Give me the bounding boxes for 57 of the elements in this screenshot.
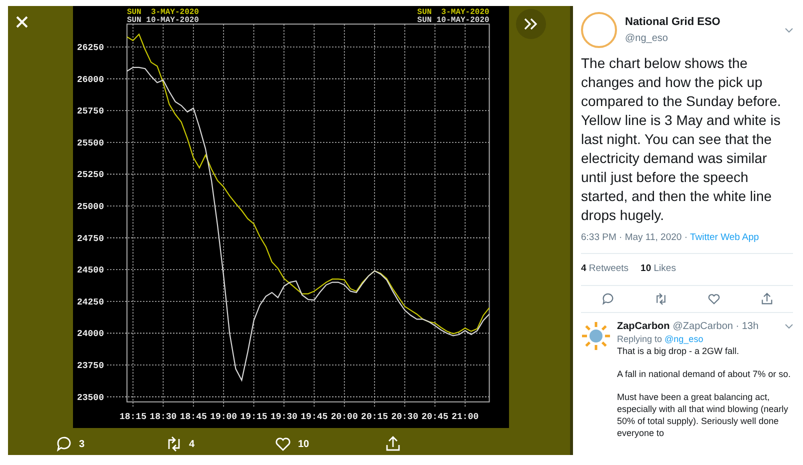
action-count: 3 [79, 438, 85, 452]
speech-bubble-icon[interactable] [55, 435, 73, 453]
legend-label: SUN 10-MAY-2020 [417, 16, 490, 25]
timestamp: 6:33 PM · May 11, 2020 · [581, 232, 688, 243]
legend-label: SUN 10-MAY-2020 [126, 16, 199, 25]
stat-link[interactable]: 4 Retweets [581, 262, 629, 276]
reply-text: Must have been a great balancing act, especially with all that wind blowing (nearly 50% of total supply). Seriously well done everyone to [617, 390, 790, 438]
y-axis-label: 24000 [76, 329, 104, 340]
y-axis-label: 24750 [76, 234, 104, 244]
x-axis-label: 20:15 [361, 412, 388, 422]
share-icon[interactable] [384, 435, 402, 453]
replying-label: Replying to [617, 334, 664, 344]
x-axis-label: 18:45 [180, 412, 207, 422]
chevron-down-icon[interactable] [785, 28, 793, 32]
legend-label: SUN 3-MAY-2020 [417, 8, 490, 17]
speech-bubble-icon[interactable] [600, 292, 614, 306]
x-axis-label: 18:15 [120, 412, 146, 422]
reply-text: A fall in national demand of about 7% or so. [617, 368, 792, 380]
author-handle: @ZapCarbon · 13h [672, 320, 760, 332]
x-axis-label: 19:00 [210, 412, 238, 422]
reply-text: That is a big drop - a 2GW fall. [617, 344, 740, 356]
legend-label: SUN 3-MAY-2020 [126, 8, 199, 17]
avatar [581, 12, 617, 48]
action-count: 4 [189, 438, 195, 452]
x-axis-label: 21:00 [452, 412, 479, 422]
x-axis-label: 20:45 [421, 412, 448, 422]
author-name: ZapCarbon [617, 320, 670, 332]
y-axis-label: 25500 [76, 138, 104, 148]
y-axis-label: 26250 [76, 43, 104, 53]
y-axis-label: 24500 [76, 266, 104, 276]
x-axis-label: 20:30 [391, 412, 418, 422]
x-axis-label: 19:15 [240, 412, 268, 422]
tweet-text: The chart below shows the changes and how the pick up compared to the Sunday before. Yellow line is 3 May and white is last night. You can see that the electricity demand was similar until just before the speech started, and then the white line drops hugely. [581, 54, 782, 225]
y-axis-label: 25750 [76, 106, 104, 117]
author-handle: @ng_eso [625, 32, 669, 46]
x-axis-label: 19:30 [270, 412, 298, 422]
double-chevron-icon [524, 18, 538, 30]
x-axis-label: 19:45 [300, 412, 328, 422]
sun-avatar-icon [581, 320, 611, 350]
y-axis-label: 25000 [76, 202, 104, 212]
y-axis-label: 25250 [76, 170, 104, 180]
close-icon [16, 16, 28, 28]
author-name: National Grid ESO [625, 15, 722, 30]
stat-link[interactable]: 10 Likes [640, 262, 676, 276]
chevron-down-icon[interactable] [785, 324, 793, 329]
y-axis-label: 24250 [76, 297, 104, 308]
share-icon[interactable] [760, 292, 774, 306]
heart-icon[interactable] [706, 292, 720, 306]
action-count: 10 [298, 438, 310, 452]
retweet-icon[interactable] [654, 292, 668, 306]
y-axis-label: 26000 [76, 74, 104, 85]
heart-icon[interactable] [274, 435, 292, 453]
y-axis-label: 23500 [76, 392, 104, 403]
x-axis-label: 18:30 [150, 412, 177, 422]
x-axis-label: 20:00 [330, 412, 358, 422]
y-axis-label: 23750 [76, 361, 104, 371]
expand-button[interactable] [516, 9, 546, 39]
